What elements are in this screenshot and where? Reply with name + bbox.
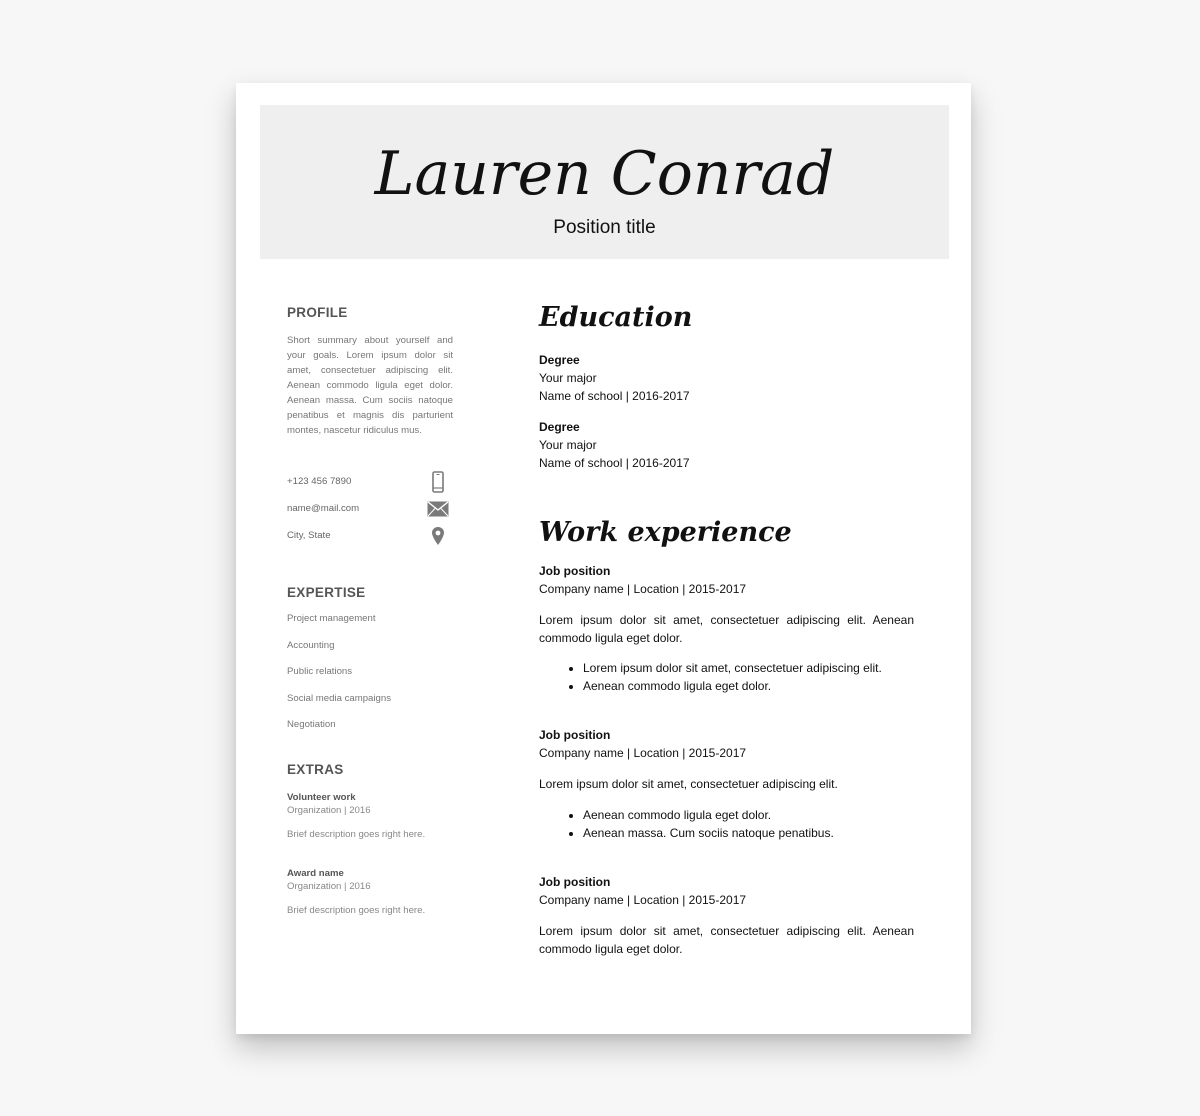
job-entry: Job position Company name | Location | 2… [539, 726, 914, 842]
contact-list: +123 456 7890 name@mail.com City, State [287, 468, 453, 549]
job-company: Company name | Location | 2015-2017 [539, 746, 747, 760]
major: Your major [539, 371, 597, 385]
job-bullets: Aenean commodo ligula eget dolor. Aenean… [539, 806, 914, 842]
job-description: Lorem ipsum dolor sit amet, consectetuer… [539, 613, 914, 645]
expertise-item: Public relations [287, 666, 353, 677]
degree: Degree [539, 420, 580, 434]
bullet-item: Aenean massa. Cum sociis natoque penatib… [583, 824, 914, 842]
bullet-item: Lorem ipsum dolor sit amet, consectetuer… [583, 659, 914, 677]
degree: Degree [539, 353, 580, 367]
expertise-heading: EXPERTISE [287, 585, 366, 600]
profile-heading: PROFILE [287, 305, 348, 320]
phone-text: +123 456 7890 [287, 476, 352, 487]
expertise-item: Negotiation [287, 719, 336, 730]
education-heading: Education [539, 302, 693, 333]
extra-name: Award name [287, 867, 344, 879]
job-entry: Job position Company name | Location | 2… [539, 873, 914, 958]
school: Name of school | 2016-2017 [539, 389, 690, 403]
education-entry: Degree Your major Name of school | 2016-… [539, 351, 914, 405]
job-company: Company name | Location | 2015-2017 [539, 893, 747, 907]
resume-header: Lauren Conrad Position title [260, 105, 949, 259]
left-column: PROFILE Short summary about yourself and… [287, 305, 453, 917]
phone-icon [425, 468, 451, 495]
profile-summary: Short summary about yourself and your go… [287, 335, 453, 436]
job-position: Job position [539, 728, 611, 742]
contact-location: City, State [287, 522, 453, 549]
extra-item: Award name Organization | 2016 Brief des… [287, 867, 453, 917]
resume-page: Lauren Conrad Position title PROFILE Sho… [236, 83, 971, 1034]
expertise-list: Project management Accounting Public rel… [287, 612, 453, 745]
expertise-item: Accounting [287, 639, 335, 651]
extra-organization: Organization | 2016 [287, 804, 371, 816]
expertise-item: Social media campaigns [287, 692, 391, 704]
job-position: Job position [539, 564, 611, 578]
expertise-item: Project management [287, 613, 376, 624]
extra-name: Volunteer work [287, 791, 356, 803]
extra-organization: Organization | 2016 [287, 880, 371, 892]
contact-phone: +123 456 7890 [287, 468, 453, 495]
bullet-item: Aenean commodo ligula eget dolor. [583, 677, 914, 695]
envelope-icon [425, 495, 451, 522]
applicant-name: Lauren Conrad [374, 139, 835, 209]
extras-heading: EXTRAS [287, 761, 344, 777]
job-entry: Job position Company name | Location | 2… [539, 562, 914, 695]
location-pin-icon [425, 522, 451, 549]
extra-item: Volunteer work Organization | 2016 Brief… [287, 791, 453, 841]
extra-description: Brief description goes right here. [287, 828, 426, 840]
work-heading: Work experience [539, 517, 792, 548]
job-position: Job position [539, 875, 611, 889]
right-column: Education Degree Your major Name of scho… [539, 301, 914, 958]
job-description: Lorem ipsum dolor sit amet, consectetuer… [539, 924, 914, 956]
extra-description: Brief description goes right here. [287, 904, 426, 916]
location-text: City, State [287, 530, 331, 541]
bullet-item: Aenean commodo ligula eget dolor. [583, 806, 914, 824]
major: Your major [539, 438, 597, 452]
contact-email: name@mail.com [287, 495, 453, 522]
position-title: Position title [553, 217, 656, 238]
job-bullets: Lorem ipsum dolor sit amet, consectetuer… [539, 659, 914, 695]
school: Name of school | 2016-2017 [539, 456, 690, 470]
job-company: Company name | Location | 2015-2017 [539, 582, 747, 596]
education-entry: Degree Your major Name of school | 2016-… [539, 418, 914, 472]
job-description: Lorem ipsum dolor sit amet, consectetuer… [539, 777, 838, 791]
email-text: name@mail.com [287, 503, 360, 514]
